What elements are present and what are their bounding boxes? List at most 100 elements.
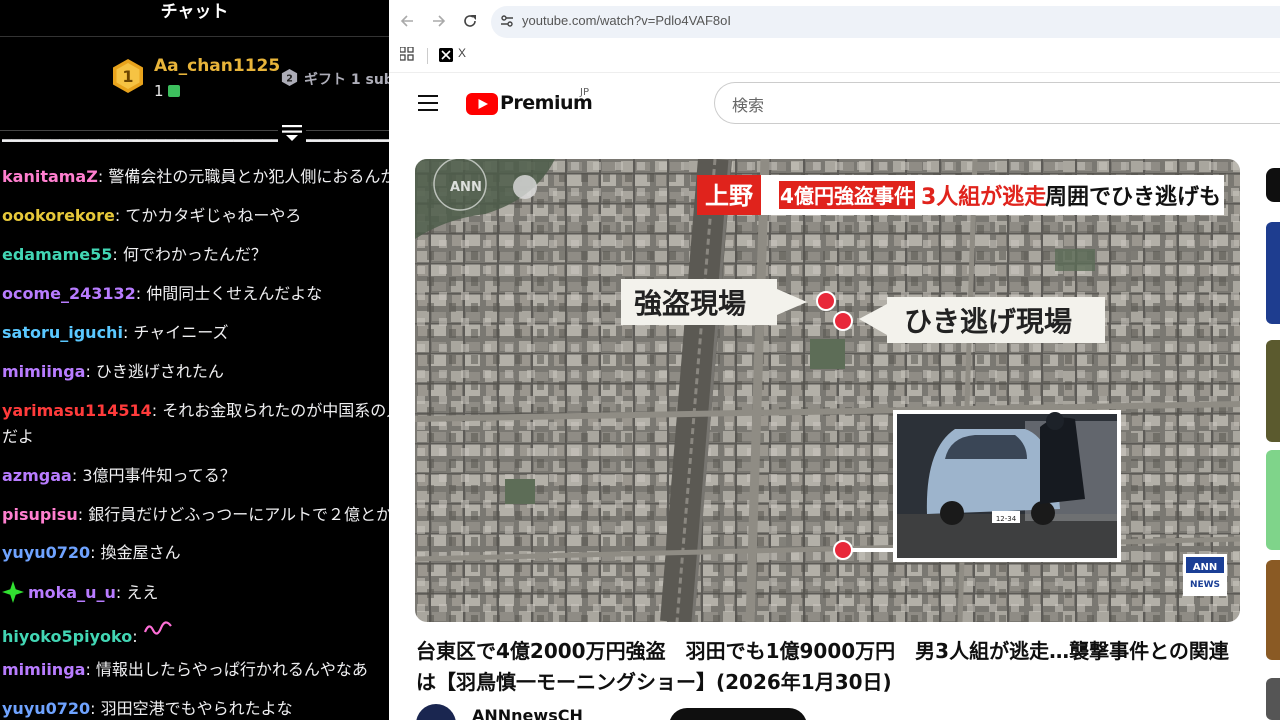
chat-message: oookorekore: てかカタギじゃねーやろ <box>2 206 302 225</box>
filter-chip[interactable] <box>1266 168 1280 202</box>
menu-icon[interactable] <box>418 95 438 111</box>
chat-message: yuyu0720: 換金屋さん <box>2 543 181 562</box>
caption-case: 4億円強盗事件 <box>780 184 914 208</box>
chat-text: 銀行員だけどふっつーにアルトで２億とか <box>88 505 389 524</box>
x-logo-icon[interactable] <box>439 48 453 62</box>
region-label: JP <box>580 87 589 98</box>
chat-username[interactable]: azmgaa <box>2 466 72 485</box>
chat-username[interactable]: yarimasu114514 <box>2 401 152 420</box>
inset-marker <box>833 540 853 560</box>
chat-title: チャット <box>160 2 229 22</box>
chat-text: 警備会社の元職員とか犯人側におるんか <box>108 167 389 186</box>
sparkle-badge-icon <box>2 581 24 603</box>
chat-username[interactable]: kanitamaZ <box>2 167 98 186</box>
chat-message: yuyu0720: 羽田空港でもやられたよな <box>2 699 293 718</box>
recommended-thumb[interactable] <box>1266 560 1280 660</box>
ann-badge-line2: NEWS <box>1190 580 1220 590</box>
chat-message: mimiinga: ひき逃げされたん <box>2 362 224 381</box>
chat-message: hiyoko5piyoko: <box>2 620 173 648</box>
collapse-leaderboard-icon[interactable] <box>278 121 306 143</box>
chat-text: 羽田空港でもやられたよな <box>100 699 293 718</box>
search-input[interactable] <box>714 82 1280 124</box>
chat-text: だよ <box>2 427 35 446</box>
recommended-column <box>1255 160 1280 720</box>
forward-icon[interactable] <box>429 12 447 30</box>
rank-2-number: 2 <box>286 73 293 84</box>
chat-message: mimiinga: 情報出したらやっぱ行かれるんやなあ <box>2 660 368 679</box>
chat-message-continued: だよ <box>2 426 34 448</box>
chat-text: 何でわかったんだ？ <box>122 245 267 264</box>
youtube-logo-icon[interactable] <box>466 93 498 115</box>
chat-text: 仲間同士くせえんだよな <box>146 284 323 303</box>
chat-message: ocome_243132: 仲間同士くせえんだよな <box>2 284 323 303</box>
license-plate-text: 12-34 <box>996 515 1017 523</box>
chat-username[interactable]: ocome_243132 <box>2 284 136 303</box>
chat-text: 情報出したらやっぱ行かれるんやなあ <box>95 660 368 679</box>
chat-username[interactable]: satoru_iguchi <box>2 323 123 342</box>
video-title: 台東区で4億2000万円強盗 羽田でも1億9000万円 男3人組が逃走…襲撃事件… <box>416 639 1229 694</box>
chat-message: satoru_iguchi: チャイニーズ <box>2 323 229 342</box>
ann-watermark: ANN <box>450 180 482 195</box>
site-info-icon[interactable] <box>499 13 515 29</box>
top-gifter-count: 1 <box>154 82 180 100</box>
chat-message: edamame55: 何でわかったんだ？ <box>2 245 267 264</box>
chat-username[interactable]: hiyoko5piyoko <box>2 627 132 646</box>
url-text[interactable]: youtube.com/watch?v=Pdlo4VAF8oI <box>522 13 731 28</box>
back-icon[interactable] <box>399 12 417 30</box>
second-gifter-label: ギフト 1 sub <box>304 72 389 88</box>
rank-1-badge-icon: 1 <box>113 59 143 93</box>
gift-count-value: 1 <box>154 82 164 100</box>
recommended-thumb[interactable] <box>1266 222 1280 324</box>
chat-message: pisupisu: 銀行員だけどふっつーにアルトで２億とか <box>2 504 389 526</box>
channel-name[interactable]: ANNnewsCH <box>472 706 583 720</box>
chat-username[interactable]: edamame55 <box>2 245 112 264</box>
chat-message: moka_u_u: ええ <box>2 581 158 604</box>
channel-avatar[interactable] <box>416 704 456 720</box>
recommended-thumb[interactable] <box>1266 450 1280 550</box>
hitrun-marker <box>833 311 853 331</box>
bookmark-x-label[interactable]: X <box>458 46 466 60</box>
chat-username[interactable]: oookorekore <box>2 206 115 225</box>
robbery-marker <box>816 291 836 311</box>
bookmarks-bar <box>389 42 1280 70</box>
address-bar-row: youtube.com/watch?v=Pdlo4VAF8oI <box>389 0 1280 42</box>
chat-username[interactable]: yuyu0720 <box>2 699 90 718</box>
top-gifter-name[interactable]: Aa_chan1125 <box>154 56 280 76</box>
rank-2-badge-icon: 2 <box>281 68 298 87</box>
bookmark-separator <box>427 48 428 64</box>
chat-message: yarimasu114514: それお金取られたのが中国系の人 <box>2 400 389 422</box>
chat-text: チャイニーズ <box>133 323 229 342</box>
subscribe-button[interactable] <box>669 708 807 720</box>
partial-chat-message: ━━━━━━━━━━━━━━━━━━━━━━━━━━━━━━━━━━━━━━━━… <box>2 131 389 146</box>
caption-rest: 周囲でひき逃げも <box>1045 185 1221 210</box>
ann-badge-line1: ANN <box>1193 562 1217 573</box>
caption-location: 上野 <box>705 182 753 210</box>
chat-username[interactable]: mimiinga <box>2 660 85 679</box>
video-player[interactable]: ANN 上野 4億円強盗事件 3人組が逃走 周囲でひき逃げも 強盗現場 ひき逃げ… <box>415 159 1240 622</box>
search-placeholder: 検索 <box>732 96 765 115</box>
chat-text: ええ <box>126 583 159 602</box>
gift-icon <box>167 85 180 97</box>
chat-text: 3億円事件知ってる？ <box>82 466 236 485</box>
recommended-thumb[interactable] <box>1266 678 1280 720</box>
chat-text: それお金取られたのが中国系の人 <box>162 401 389 420</box>
chat-username[interactable]: yuyu0720 <box>2 543 90 562</box>
chat-username[interactable]: moka_u_u <box>28 583 116 602</box>
browser-window: youtube.com/watch?v=Pdlo4VAF8oI X Premiu… <box>389 0 1280 720</box>
chat-panel: チャット 1 Aa_chan1125 1 2 ギフト 1 sub ━━━━━━━… <box>0 0 389 720</box>
caption-alert: 3人組が逃走 <box>921 184 1046 210</box>
robbery-label: 強盗現場 <box>634 287 746 320</box>
apps-grid-icon[interactable] <box>400 47 414 61</box>
emote-icon <box>143 621 172 635</box>
chat-username[interactable]: pisupisu <box>2 505 78 524</box>
youtube-brand[interactable]: Premium <box>500 92 593 114</box>
chat-username[interactable]: mimiinga <box>2 362 85 381</box>
hitrun-label: ひき逃げ現場 <box>904 305 1072 338</box>
rank-1-number: 1 <box>122 67 133 86</box>
chat-text: 換金屋さん <box>100 543 181 562</box>
reload-icon[interactable] <box>461 12 479 30</box>
chat-message: azmgaa: 3億円事件知ってる？ <box>2 466 236 485</box>
chat-text: てかカタギじゃねーやろ <box>125 206 302 225</box>
recommended-thumb[interactable] <box>1266 340 1280 442</box>
chat-message: kanitamaZ: 警備会社の元職員とか犯人側におるんか <box>2 166 389 188</box>
